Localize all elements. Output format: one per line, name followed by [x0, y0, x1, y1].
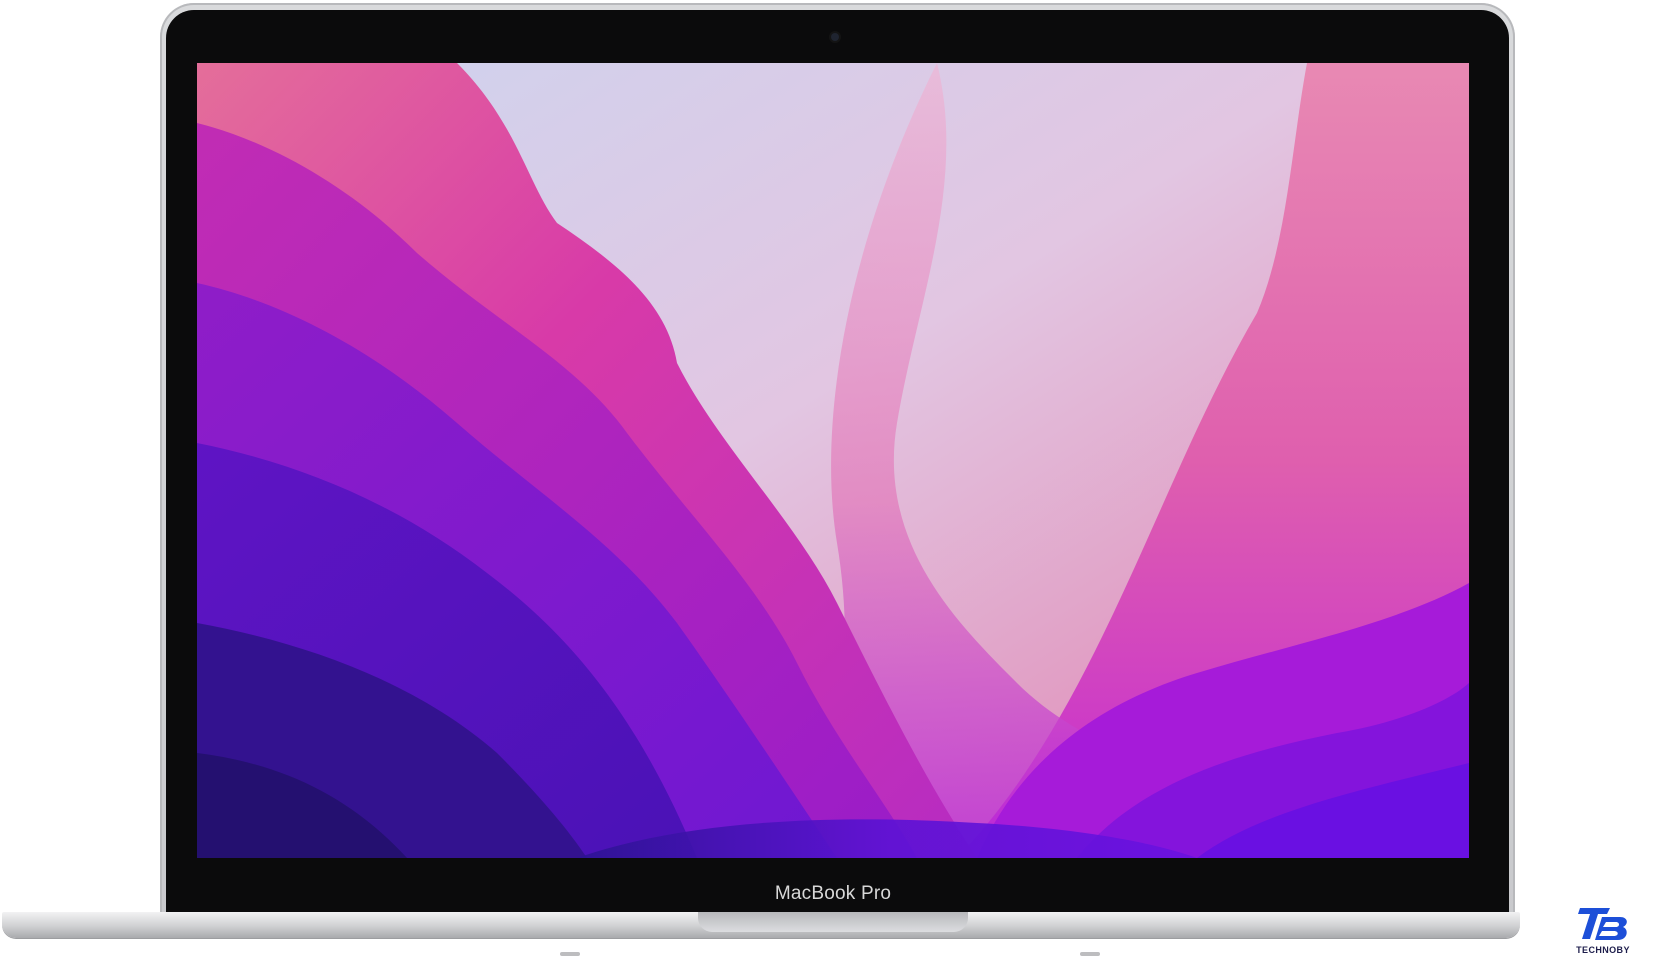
brand-name: TECHNOBY	[1576, 945, 1630, 955]
macos-monterey-wallpaper	[197, 63, 1469, 858]
laptop-foot	[1080, 952, 1100, 956]
technoby-logo-icon	[1578, 908, 1627, 940]
lid-opening-notch	[698, 912, 968, 932]
model-label: MacBook Pro	[774, 883, 892, 904]
laptop-foot	[560, 952, 580, 956]
webcam-icon	[831, 33, 839, 41]
product-photo: MacBook Pro TECHNOBY	[0, 0, 1656, 962]
technoby-logo: TECHNOBY	[1558, 905, 1648, 962]
laptop-screen	[197, 63, 1469, 858]
